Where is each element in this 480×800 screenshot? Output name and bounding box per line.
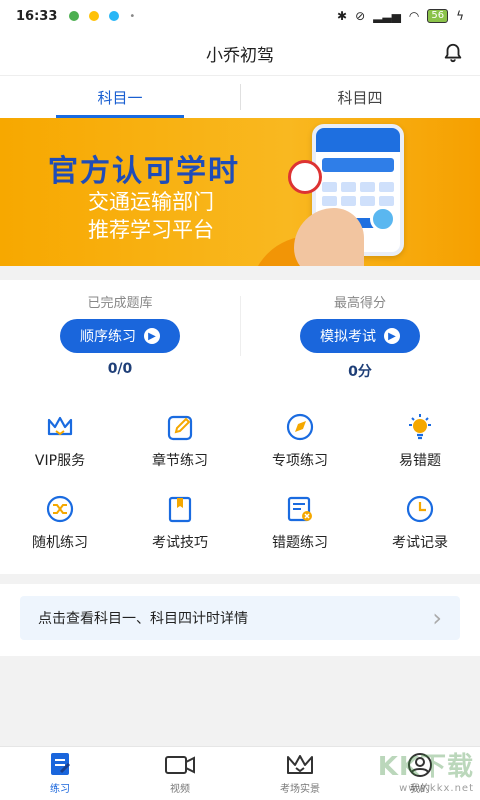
subject-tabs: 科目一 科目四 [0,76,480,118]
tab-subject-one[interactable]: 科目一 [0,76,240,118]
menu-label: 章节练习 [152,453,208,469]
menu-exam-tips[interactable]: 考试技巧 [120,482,240,564]
best-score-label: 最高得分 [333,296,386,311]
chevron-right-icon: › [432,604,442,632]
shuffle-icon [46,495,74,523]
hand-illustration [294,208,364,266]
sequential-practice-button[interactable]: 顺序练习 ▶ [60,319,180,353]
alarm-clock-icon [370,206,396,232]
video-camera-icon [165,756,195,774]
app-notification-icon [109,11,120,21]
menu-label: 错题练习 [272,535,328,551]
nav-label: 练习 [50,784,70,795]
mock-exam-button[interactable]: 模拟考试 ▶ [300,319,420,353]
crown-icon [287,755,313,774]
nav-label: 视频 [170,784,190,795]
practice-icon [51,753,71,775]
arrow-right-icon: ▶ [144,328,160,344]
status-bar: 16:33 • ✱ ⊘ ▂▃▅ ◠ 56 ϟ [0,0,480,32]
app-notification-icon [69,11,80,21]
progress-stats: 已完成题库 顺序练习 ▶ 0/0 最高得分 模拟考试 ▶ 0分 [0,280,480,388]
sequential-practice-label: 顺序练习 [80,329,136,345]
menu-random-practice[interactable]: 随机练习 [0,482,120,564]
wifi-icon: ◠ [408,9,420,23]
mock-exam-label: 模拟考试 [320,329,376,345]
menu-label: 考试记录 [392,535,448,551]
menu-label: 专项练习 [272,453,328,469]
notification-icons: • [69,11,135,22]
bluetooth-icon: ✱ [337,9,348,23]
charging-icon: ϟ [456,9,464,23]
menu-label: 易错题 [399,453,441,469]
nav-practice[interactable]: 练习 [0,747,120,800]
watermark-text: KK下载 [377,752,474,782]
more-dot-icon: • [129,10,136,22]
bulb-icon [409,414,431,440]
police-emblem-icon [288,160,322,194]
bell-icon[interactable] [442,42,464,64]
feature-grid: VIP服务 章节练习 专项练习 易错题 随机练习 考试技巧 错题练习 考试记录 [0,388,480,574]
banner-line-2: 推荐学习平台 [88,218,214,242]
nav-exam-venue[interactable]: 考场实景 [240,747,360,800]
clock-icon [406,495,434,523]
menu-wrong-questions[interactable]: 错题练习 [240,482,360,564]
notice-text: 点击查看科目一、科目四计时详情 [38,611,248,627]
menu-chapter-practice[interactable]: 章节练习 [120,400,240,482]
bookmark-icon [168,496,192,523]
completed-count: 0/0 [107,361,133,377]
system-icons: ✱ ⊘ ▂▃▅ ◠ 56 ϟ [337,9,464,23]
nav-video[interactable]: 视频 [120,747,240,800]
study-hours-notice[interactable]: 点击查看科目一、科目四计时详情 › [20,596,460,640]
nav-label: 考场实景 [280,784,320,795]
watermark-url: www.kkx.net [399,783,474,794]
crown-icon [47,416,73,436]
menu-vip-service[interactable]: VIP服务 [0,400,120,482]
status-time: 16:33 [16,8,58,24]
battery-icon: 56 [427,9,449,23]
compass-icon [286,413,314,441]
best-score-stat: 最高得分 模拟考试 ▶ 0分 [240,280,480,388]
menu-label: 随机练习 [32,535,88,551]
menu-label: VIP服务 [34,453,86,469]
tab-subject-four[interactable]: 科目四 [240,76,480,118]
completed-label: 已完成题库 [87,296,153,311]
menu-label: 考试技巧 [152,535,208,551]
edit-icon [167,415,193,441]
stats-divider [240,296,241,356]
best-score-value: 0分 [348,364,372,380]
watermark: KK下载 www.kkx.net [378,746,474,794]
wrong-list-icon [287,496,312,522]
page-title: 小乔初驾 [206,46,274,66]
alarm-icon: ⊘ [355,9,366,23]
menu-exam-records[interactable]: 考试记录 [360,482,480,564]
signal-icon: ▂▃▅ [373,9,401,23]
promo-banner[interactable]: 官方认可学时 交通运输部门 推荐学习平台 [0,118,480,266]
notice-section: 点击查看科目一、科目四计时详情 › [0,584,480,656]
menu-special-practice[interactable]: 专项练习 [240,400,360,482]
banner-headline: 官方认可学时 [48,154,240,189]
arrow-right-icon: ▶ [384,328,400,344]
app-header: 小乔初驾 [0,32,480,76]
app-notification-icon [89,11,100,21]
banner-line-1: 交通运输部门 [88,190,214,214]
menu-error-prone[interactable]: 易错题 [360,400,480,482]
completed-stat: 已完成题库 顺序练习 ▶ 0/0 [0,280,240,388]
